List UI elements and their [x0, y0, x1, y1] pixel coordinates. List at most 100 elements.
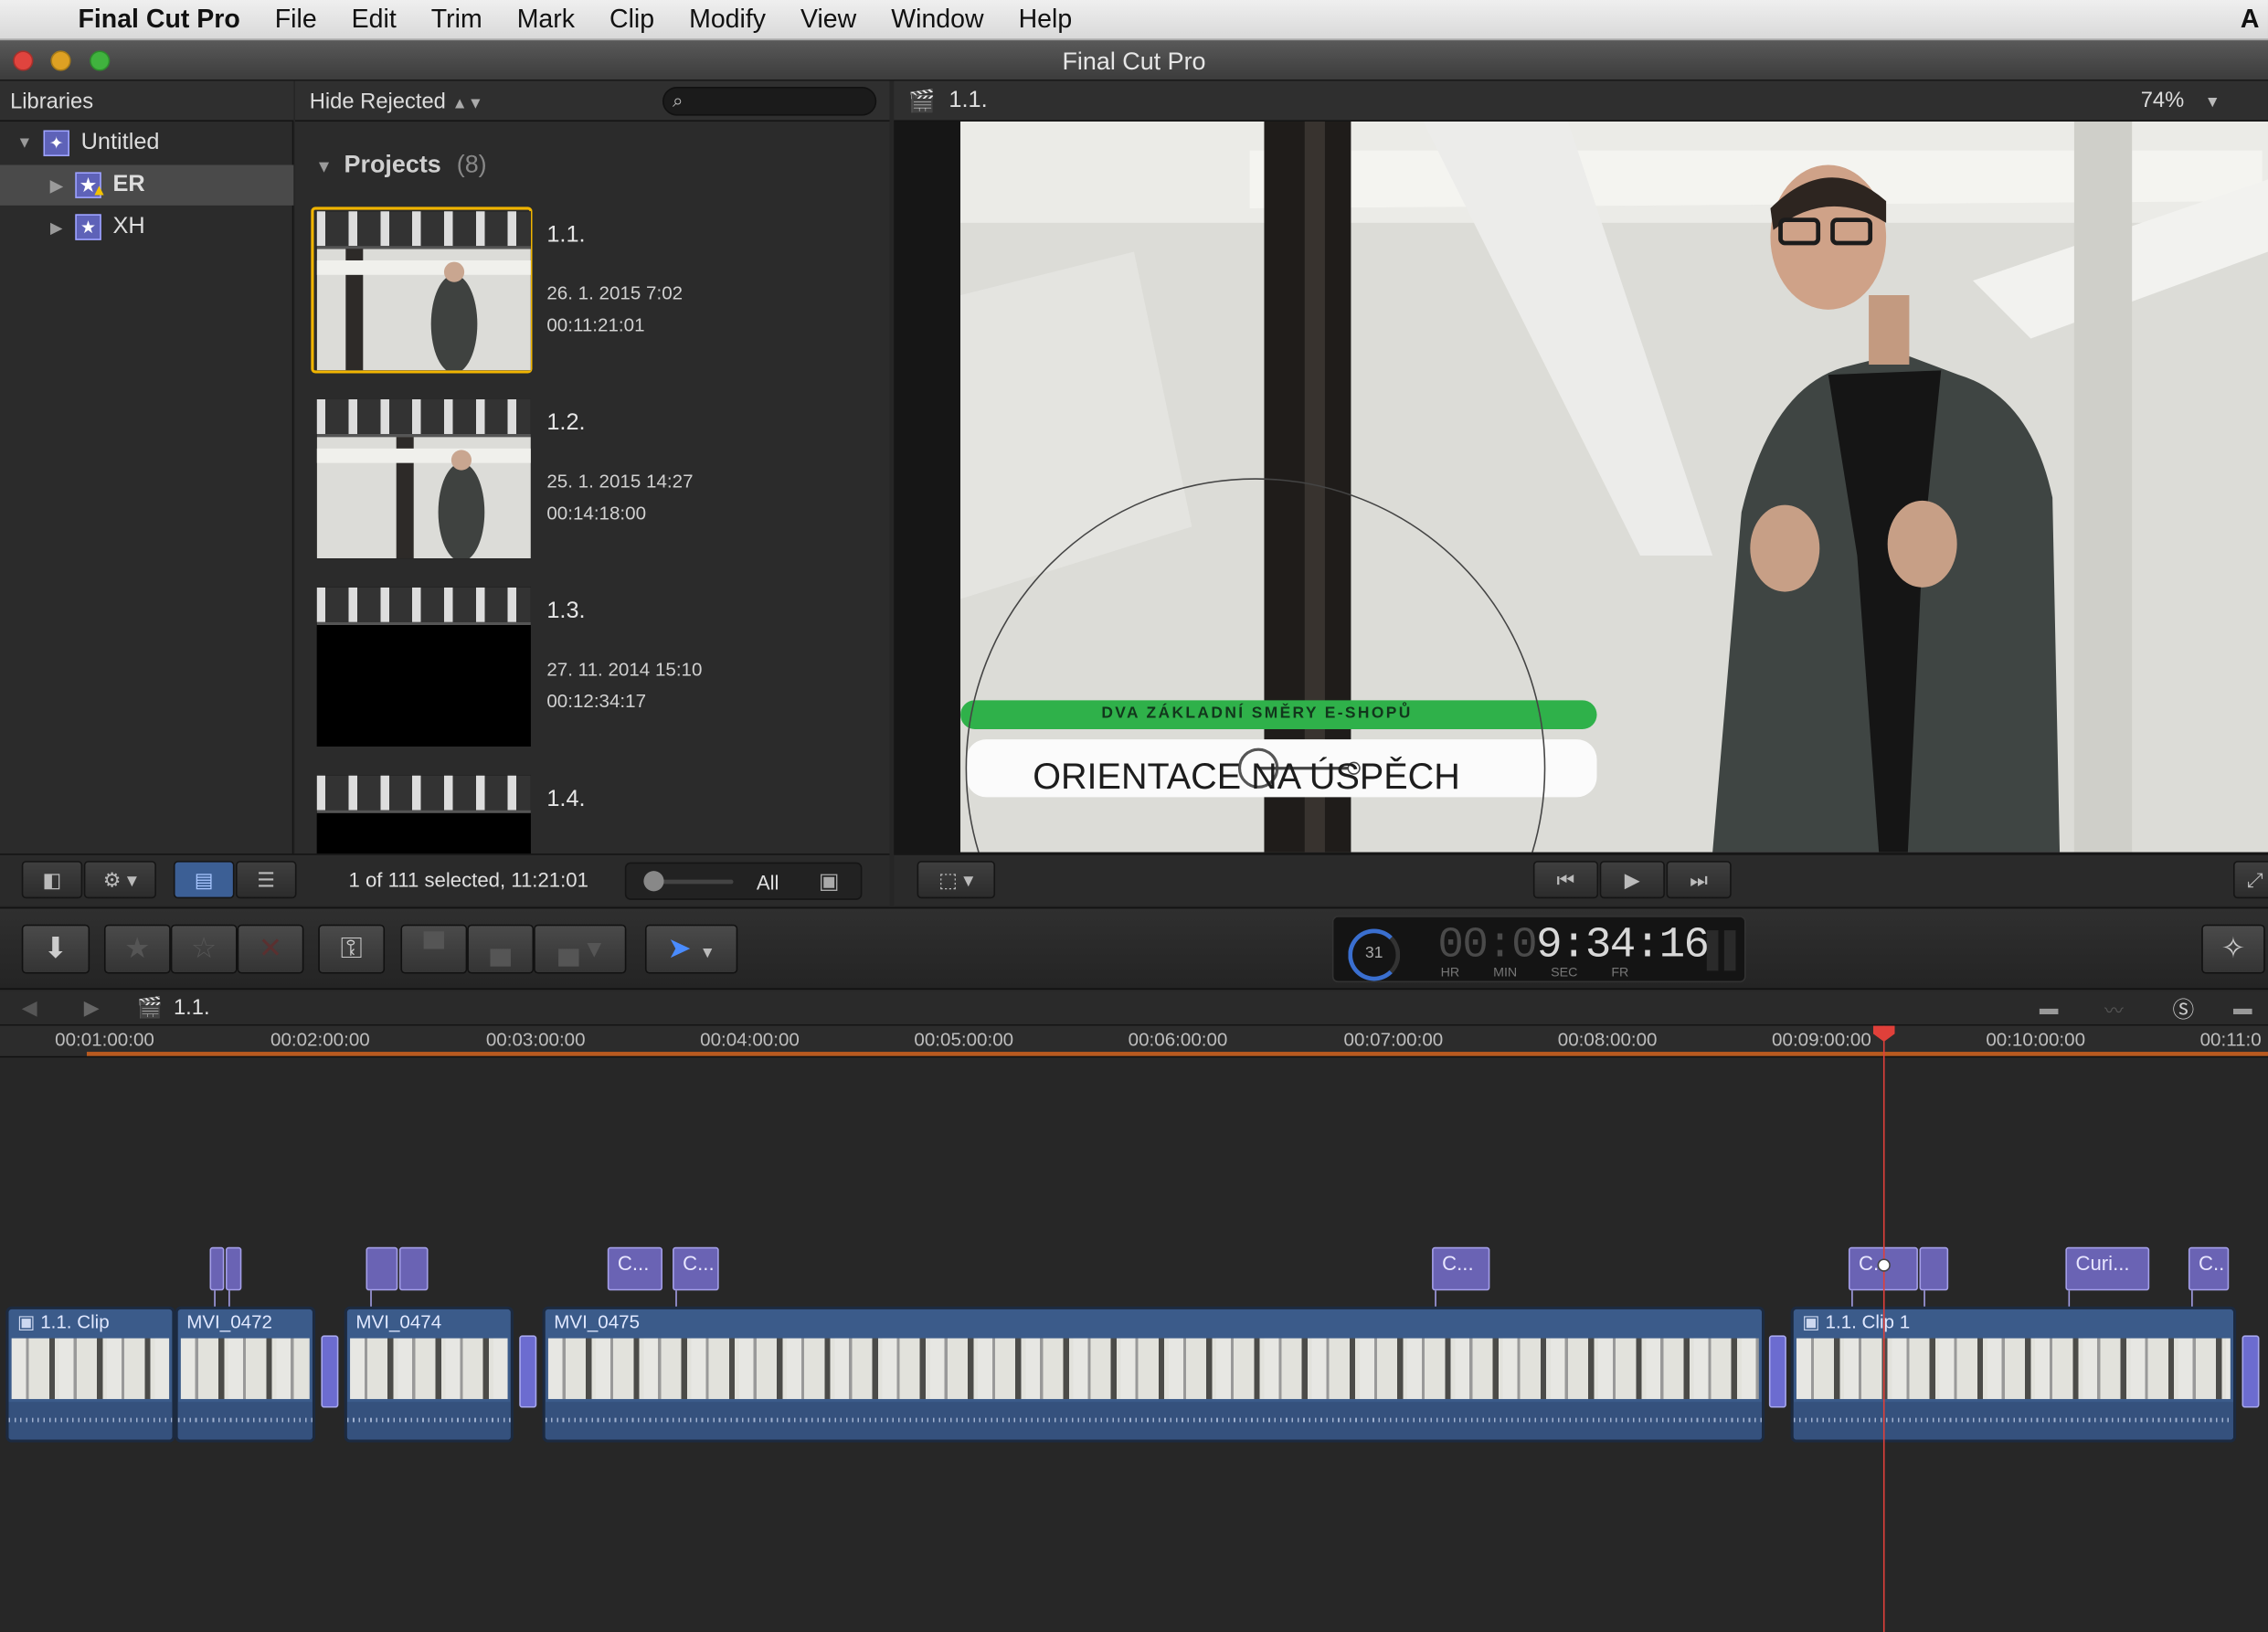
- list-view-button[interactable]: ☰: [236, 861, 297, 899]
- transform-menu-button[interactable]: ⬚ ▾: [917, 861, 996, 899]
- search-input[interactable]: [695, 90, 870, 113]
- ruler-tick: 00:05:00:00: [914, 1028, 1014, 1051]
- append-button[interactable]: ▄ ▾: [534, 924, 627, 974]
- unit-min: MIN: [1493, 965, 1518, 980]
- timeline-clip[interactable]: MVI_0474: [344, 1306, 514, 1443]
- section-count: (8): [456, 150, 487, 178]
- snapping-icon[interactable]: ▬: [2233, 997, 2252, 1019]
- viewer-zoom-menu[interactable]: 74% ▼: [2141, 89, 2220, 113]
- menu-clip[interactable]: Clip: [592, 5, 672, 35]
- clip-filmstrip: [11, 1338, 170, 1400]
- connect-button[interactable]: ▀: [400, 924, 468, 974]
- connected-title-clip[interactable]: C...: [1432, 1246, 1490, 1291]
- timecode-units: HR MIN SEC FR: [1441, 965, 1629, 980]
- transition[interactable]: [2242, 1335, 2260, 1408]
- filmstrip-view-button[interactable]: ▤: [173, 861, 235, 899]
- project-thumbnail[interactable]: [316, 775, 531, 854]
- timecode-dim-digits: 00:0: [1437, 921, 1537, 971]
- zoom-value: 74%: [2140, 88, 2185, 113]
- timeline-clip[interactable]: MVI_0475: [542, 1306, 1765, 1443]
- connected-title-clip[interactable]: [225, 1246, 242, 1291]
- render-percent: 31: [1365, 944, 1383, 962]
- transition[interactable]: [321, 1335, 339, 1408]
- go-to-start-button[interactable]: ⏮: [1532, 861, 1599, 899]
- zoom-slider-knob[interactable]: [643, 871, 664, 892]
- menu-file[interactable]: File: [258, 5, 334, 35]
- project-thumbnail[interactable]: [316, 211, 531, 371]
- project-browser: ▼ Projects (8) 1.1. 26. 1. 2015 7:02 00:1…: [294, 121, 890, 854]
- project-duration: 00:12:34:17: [546, 690, 647, 712]
- disclosure-closed-icon[interactable]: ▶: [47, 175, 67, 195]
- insert-button[interactable]: ▄: [467, 924, 535, 974]
- audio-skimming-icon[interactable]: 〰: [2104, 995, 2124, 1023]
- timeline-clip[interactable]: ▣ 1.1. Clip: [5, 1306, 175, 1443]
- connected-title-clip[interactable]: C...: [673, 1246, 719, 1291]
- menu-mark[interactable]: Mark: [500, 5, 592, 35]
- media-browser-button[interactable]: ✧: [2201, 924, 2265, 974]
- transition[interactable]: [519, 1335, 537, 1408]
- fullscreen-button[interactable]: ⤢: [2232, 861, 2268, 899]
- timeline[interactable]: C... C... C... C... Curi... C.. ▣ 1.1. C…: [0, 1057, 2268, 1632]
- connected-title-clip[interactable]: C..: [2188, 1246, 2230, 1291]
- back-arrow-icon[interactable]: ◀: [22, 995, 37, 1020]
- connected-title-clip[interactable]: Curi...: [2065, 1246, 2150, 1291]
- menu-view[interactable]: View: [783, 5, 874, 35]
- selection-status: 1 of 111 selected, 11:21:01: [348, 867, 588, 892]
- connected-title-clip[interactable]: [1919, 1246, 1949, 1291]
- menu-window[interactable]: Window: [874, 5, 1001, 35]
- tool-select-button[interactable]: ➤ ▼: [644, 924, 738, 974]
- show-libraries-button[interactable]: ◧: [21, 861, 83, 899]
- event-er[interactable]: ▶ ★ ▲ ER: [0, 164, 294, 206]
- dashboard-timecode[interactable]: 31 00:09:34:16 HR MIN SEC FR: [1331, 916, 1746, 983]
- filmstrip-icon: ▤: [194, 867, 214, 892]
- ruler-tick: 00:02:00:00: [270, 1028, 370, 1051]
- menu-modify[interactable]: Modify: [672, 5, 783, 35]
- browser-search-field[interactable]: ⌕: [662, 86, 877, 116]
- clip-filmstrip: [350, 1338, 508, 1400]
- menu-trim[interactable]: Trim: [414, 5, 500, 35]
- library-untitled[interactable]: ▼ ✦ Untitled: [0, 123, 293, 164]
- ruler-tick: 00:03:00:00: [485, 1028, 586, 1051]
- reject-button[interactable]: ✕: [237, 924, 304, 974]
- timeline-clip[interactable]: ▣ 1.1. Clip 1: [1790, 1306, 2237, 1443]
- keywords-button[interactable]: ⚿: [318, 924, 386, 974]
- forward-arrow-icon[interactable]: ▶: [84, 995, 100, 1020]
- hide-rejected-popup[interactable]: Hide Rejected ▲▼: [310, 90, 483, 114]
- clip-appearance-icon[interactable]: ▣: [819, 868, 839, 895]
- disclosure-closed-icon[interactable]: ▶: [47, 217, 67, 237]
- playhead[interactable]: [1872, 1025, 1895, 1632]
- transition[interactable]: [1768, 1335, 1786, 1408]
- menu-edit[interactable]: Edit: [334, 5, 414, 35]
- project-thumbnail[interactable]: [316, 587, 531, 747]
- viewer-bottom-bar: ⬚ ▾ ⏮ ▶ ⏭ ⤢: [894, 853, 2268, 906]
- connected-title-clip[interactable]: [398, 1246, 429, 1291]
- menu-app-name[interactable]: Final Cut Pro: [67, 5, 258, 35]
- connected-title-clip[interactable]: [366, 1246, 398, 1291]
- solo-icon[interactable]: Ⓢ: [2173, 994, 2195, 1024]
- play-button[interactable]: ▶: [1599, 861, 1665, 899]
- skimming-icon[interactable]: ▬: [2040, 997, 2059, 1019]
- menu-help[interactable]: Help: [1002, 5, 1090, 35]
- skimmer-dot: [1877, 1258, 1891, 1272]
- project-title: 1.2.: [546, 410, 586, 436]
- timeline-ruler[interactable]: 00:01:00:00 00:02:00:00 00:03:00:00 00:0…: [0, 1025, 2268, 1058]
- clip-label: 1.1. Clip: [40, 1310, 110, 1333]
- go-to-end-button[interactable]: ⏭: [1666, 861, 1732, 899]
- timeline-clip[interactable]: MVI_0472: [175, 1306, 316, 1443]
- import-button[interactable]: ⬇: [21, 924, 90, 974]
- action-menu-button[interactable]: ⚙ ▾: [83, 861, 156, 899]
- project-thumbnail[interactable]: [316, 398, 531, 559]
- event-xh[interactable]: ▶ ★ XH: [0, 207, 293, 247]
- disclosure-open-icon[interactable]: ▼: [15, 134, 35, 152]
- projects-section-header[interactable]: ▼ Projects (8): [315, 151, 487, 180]
- duration-all-label[interactable]: All: [757, 871, 779, 894]
- adobe-menu-extra-icon[interactable]: A: [2241, 5, 2260, 35]
- video-frame[interactable]: DVA ZÁKLADNÍ SMĚRY E-SHOPŮ ORIENTACE NA …: [960, 121, 2268, 853]
- disclosure-open-icon[interactable]: ▼: [315, 156, 333, 176]
- connected-title-clip[interactable]: C...: [607, 1246, 662, 1291]
- menu-bar: Final Cut Pro File Edit Trim Mark Clip M…: [0, 0, 2268, 41]
- unrate-button[interactable]: ☆: [170, 924, 238, 974]
- clip-label: 1.1. Clip 1: [1825, 1310, 1911, 1333]
- connected-title-clip[interactable]: [209, 1246, 225, 1291]
- favorite-button[interactable]: ★: [103, 924, 171, 974]
